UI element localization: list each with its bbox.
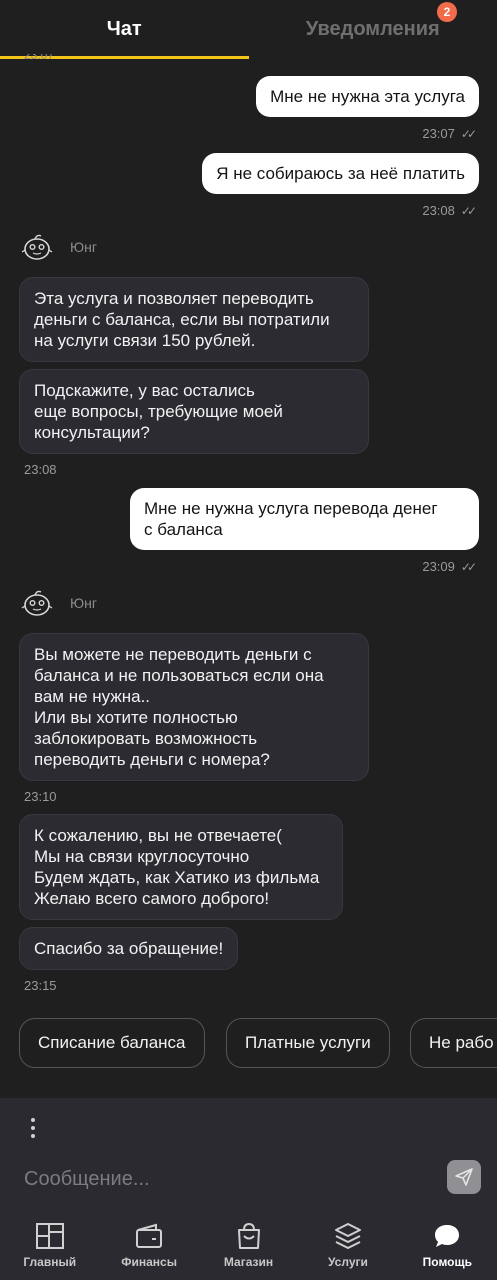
read-ticks-icon: ✓✓ (460, 204, 477, 218)
message-input[interactable] (24, 1164, 424, 1194)
home-grid-icon (35, 1223, 64, 1249)
nav-label: Главный (23, 1255, 77, 1269)
nav-label: Помощь (422, 1255, 472, 1269)
tab-notifications[interactable]: Уведомления 2 (249, 0, 497, 58)
message-time: 23:09 (422, 559, 455, 574)
message-time-row: 23:07 ✓✓ (422, 126, 477, 141)
read-ticks-icon: ✓✓ (460, 127, 477, 141)
outgoing-message: Мне не нужна услуга перевода денег с бал… (130, 488, 479, 550)
incoming-message: Подскажите, у вас остались еще вопросы, … (19, 369, 369, 454)
layers-icon (334, 1223, 361, 1249)
nav-label: Магазин (223, 1255, 274, 1269)
incoming-message: К сожалению, вы не отвечаете( Мы на связ… (19, 814, 343, 920)
message-time: 23:10 (24, 789, 57, 804)
tab-chat[interactable]: Чат (0, 0, 249, 58)
bottom-navigation: Главный Финансы Магазин Услуги Помощь (0, 1210, 497, 1280)
message-time: 23:08 (24, 462, 57, 477)
nav-item-shop[interactable]: Магазин (199, 1210, 298, 1280)
tab-notifications-label: Уведомления (305, 17, 440, 40)
outgoing-message: Мне не нужна эта услуга (256, 76, 479, 117)
message-time: 23:15 (24, 978, 57, 993)
notifications-badge: 2 (437, 2, 457, 22)
message-time: 23:07 (422, 126, 455, 141)
nav-label: Финансы (121, 1255, 177, 1269)
nav-item-home[interactable]: Главный (0, 1210, 99, 1280)
nav-item-help[interactable]: Помощь (398, 1210, 497, 1280)
send-button[interactable] (447, 1160, 481, 1194)
tab-chat-label: Чат (106, 17, 142, 40)
agent-name: Юнг (70, 595, 97, 611)
wallet-icon (136, 1223, 163, 1248)
send-icon (455, 1168, 473, 1186)
quick-reply-chip[interactable]: Не рабо (410, 1018, 497, 1068)
message-time-row: 23:09 ✓✓ (422, 559, 477, 574)
quick-reply-chip[interactable]: Платные услуги (226, 1018, 390, 1068)
top-tabs: Чат Уведомления 2 (0, 0, 497, 59)
message-time-row: 23:08 ✓✓ (422, 203, 477, 218)
nav-item-services[interactable]: Услуги (298, 1210, 397, 1280)
read-ticks-icon: ✓✓ (460, 560, 477, 574)
more-options-icon[interactable] (28, 1118, 38, 1142)
agent-avatar-icon (21, 590, 53, 616)
agent-name: Юнг (70, 239, 97, 255)
incoming-message: Эта услуга и позволяет переводить деньги… (19, 277, 369, 362)
outgoing-message: Я не собираюсь за неё платить (202, 153, 479, 194)
incoming-message: Вы можете не переводить деньги с баланса… (19, 633, 369, 781)
quick-replies: Списание баланса Платные услуги Не рабо (0, 1018, 497, 1070)
chat-bubble-icon (435, 1225, 460, 1247)
shopping-bag-icon (237, 1222, 260, 1249)
agent-header: Юнг (20, 232, 97, 262)
chat-area[interactable]: Мне не нужна эта услуга 23:07 ✓✓ Я не соб… (0, 60, 497, 1100)
message-composer (0, 1098, 497, 1210)
agent-avatar-icon (21, 234, 53, 260)
quick-reply-chip[interactable]: Списание баланса (19, 1018, 205, 1068)
message-time: 23:08 (422, 203, 455, 218)
agent-header: Юнг (20, 588, 97, 618)
nav-item-finance[interactable]: Финансы (99, 1210, 198, 1280)
nav-label: Услуги (327, 1255, 368, 1269)
incoming-message: Спасибо за обращение! (19, 927, 239, 970)
